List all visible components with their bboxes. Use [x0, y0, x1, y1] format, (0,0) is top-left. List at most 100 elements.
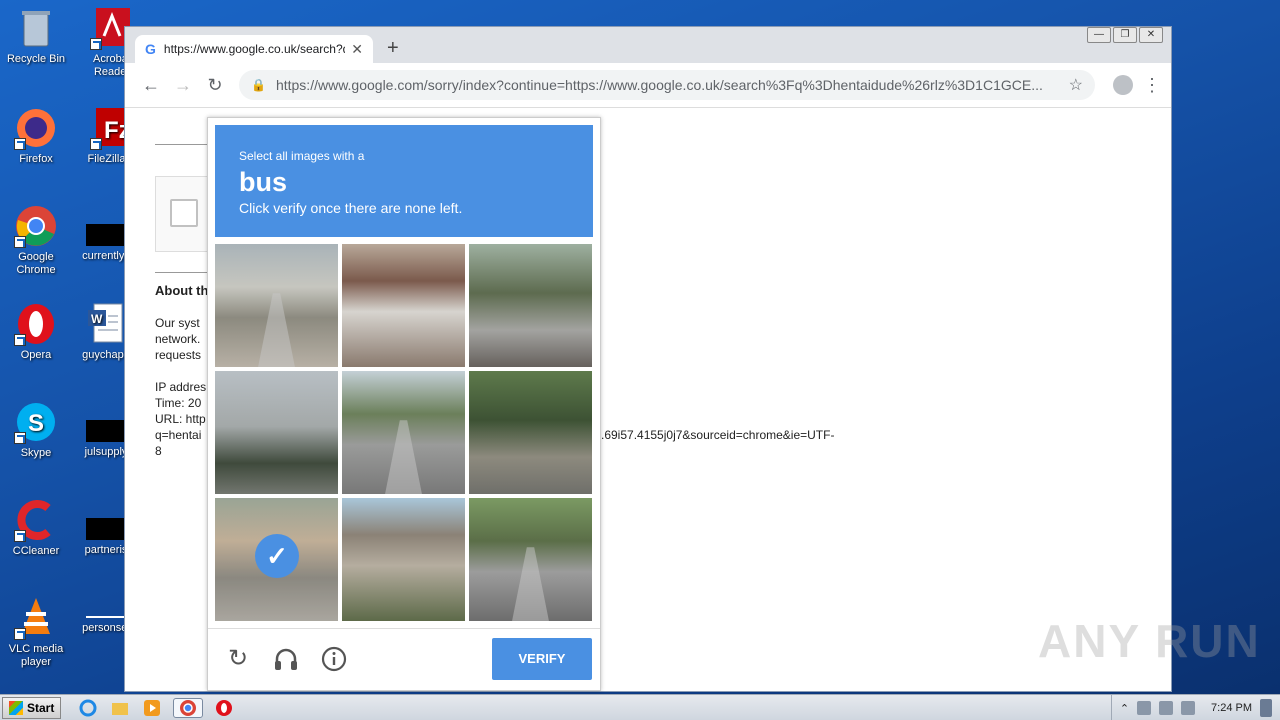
- reload-icon[interactable]: ↻: [199, 75, 231, 96]
- svg-text:S: S: [28, 410, 44, 437]
- shortcut-arrow-icon: [14, 138, 26, 150]
- redacted-icon: [86, 224, 126, 246]
- desktop-icon-firefox[interactable]: Firefox: [0, 106, 72, 166]
- desktop-icon-opera[interactable]: Opera: [0, 302, 72, 362]
- headphones-icon[interactable]: [272, 645, 300, 673]
- start-button[interactable]: Start: [2, 696, 62, 719]
- new-tab-button[interactable]: +: [387, 37, 399, 60]
- shortcut-arrow-icon: [90, 38, 102, 50]
- lock-icon: 🔒: [251, 78, 266, 92]
- window-controls: — ❐ ✕: [1087, 27, 1163, 43]
- internet-explorer-icon[interactable]: [77, 698, 99, 718]
- checkmark-icon: ✓: [255, 534, 299, 578]
- address-bar[interactable]: 🔒 https://www.google.com/sorry/index?con…: [239, 70, 1095, 100]
- anyrun-watermark: ANY RUN: [1038, 615, 1261, 667]
- challenge-footer: ↻ VERIFY: [208, 628, 600, 690]
- text-line: URL: http: [155, 412, 206, 426]
- restore-button[interactable]: ❐: [1113, 27, 1137, 43]
- challenge-header: Select all images with a bus Click verif…: [215, 125, 593, 237]
- volume-icon[interactable]: [1137, 701, 1152, 715]
- shortcut-arrow-icon: [90, 138, 102, 150]
- network-icon[interactable]: [1159, 701, 1174, 715]
- desktop-icon-skype[interactable]: S Skype: [0, 400, 72, 460]
- text-line: requests: [155, 348, 202, 362]
- opera-taskbar-icon[interactable]: [213, 698, 235, 718]
- windows-logo-icon: [9, 700, 23, 715]
- tab-strip: G https://www.google.co.uk/search?q ✕ + …: [125, 27, 1171, 63]
- media-player-icon[interactable]: [141, 698, 163, 718]
- desktop-icon-label: VLC media player: [8, 643, 64, 668]
- browser-tab[interactable]: G https://www.google.co.uk/search?q ✕: [135, 35, 373, 63]
- opera-icon: [14, 302, 58, 346]
- bookmark-star-icon[interactable]: ☆: [1069, 75, 1083, 95]
- recaptcha-checkbox-widget: [155, 176, 215, 252]
- ip-info: IP addres Time: 20 URL: http q=hentai 8: [155, 379, 206, 459]
- desktop-icon-label: partneris: [84, 544, 128, 556]
- image-tile[interactable]: [469, 371, 592, 494]
- image-tile[interactable]: [342, 371, 465, 494]
- desktop-icon-label: Skype: [20, 447, 52, 459]
- image-tile[interactable]: [342, 244, 465, 367]
- recaptcha-challenge: Select all images with a bus Click verif…: [207, 117, 601, 691]
- road-graphic: [512, 547, 549, 621]
- back-arrow-icon[interactable]: ←: [135, 75, 167, 96]
- desktop-icon-label: guychapb: [82, 349, 130, 361]
- close-window-button[interactable]: ✕: [1139, 27, 1163, 43]
- redacted-icon: [86, 420, 126, 442]
- desktop-icon-label: Recycle Bin: [6, 53, 66, 65]
- text-line: Time: 20: [155, 396, 202, 410]
- show-desktop-button[interactable]: [1260, 699, 1272, 717]
- google-favicon-icon: G: [145, 41, 156, 57]
- desktop-icon-recycle-bin[interactable]: Recycle Bin: [0, 6, 72, 66]
- tab-close-icon[interactable]: ✕: [351, 41, 363, 58]
- info-icon[interactable]: [320, 645, 348, 673]
- browser-toolbar: ← → ↻ 🔒 https://www.google.com/sorry/ind…: [125, 63, 1171, 107]
- chrome-taskbar-icon[interactable]: [173, 697, 204, 718]
- challenge-prompt: Select all images with a: [239, 149, 365, 163]
- redacted-icon: [86, 518, 126, 540]
- image-tile-selected[interactable]: ✓: [215, 498, 338, 621]
- taskbar: Start ⌃ 7:24 PM: [0, 694, 1280, 720]
- svg-text:W: W: [91, 312, 103, 326]
- image-tile[interactable]: [469, 498, 592, 621]
- desktop-icon-label: personsel: [82, 622, 130, 634]
- desktop-icon-label: currentlys: [82, 250, 130, 262]
- explanation-text: Our syst network. requests: [155, 315, 201, 363]
- kebab-menu-icon[interactable]: ⋮: [1143, 75, 1161, 96]
- tab-title: https://www.google.co.uk/search?q: [163, 42, 346, 56]
- desktop-icon-label: Opera: [20, 349, 52, 361]
- minimize-button[interactable]: —: [1087, 27, 1111, 43]
- image-tile[interactable]: [215, 244, 338, 367]
- desktop-icon-label: Google Chrome: [16, 251, 56, 276]
- flag-icon[interactable]: [1181, 701, 1196, 715]
- road-graphic: [385, 420, 422, 494]
- forward-arrow-icon[interactable]: →: [167, 75, 199, 96]
- desktop-icon-chrome[interactable]: Google Chrome: [0, 204, 72, 277]
- image-tile[interactable]: [342, 498, 465, 621]
- text-line: q=hentai: [155, 428, 202, 442]
- recycle-bin-icon: [14, 6, 58, 50]
- tray-expand-icon[interactable]: ⌃: [1120, 702, 1129, 715]
- text-line: network.: [155, 332, 201, 346]
- shortcut-arrow-icon: [14, 530, 26, 542]
- desktop-icon-ccleaner[interactable]: CCleaner: [0, 498, 72, 558]
- chrome-icon: [14, 204, 58, 248]
- image-tile[interactable]: [215, 371, 338, 494]
- recaptcha-checkbox[interactable]: [170, 199, 198, 227]
- shortcut-arrow-icon: [14, 334, 26, 346]
- profile-avatar-icon[interactable]: [1113, 75, 1133, 95]
- clock[interactable]: 7:24 PM: [1211, 702, 1252, 714]
- desktop-icon-vlc[interactable]: VLC media player: [0, 596, 72, 669]
- skype-icon: S: [14, 400, 58, 444]
- about-heading: About th: [155, 283, 209, 298]
- challenge-instruction: Click verify once there are none left.: [239, 200, 463, 216]
- ccleaner-icon: [14, 498, 58, 542]
- image-tile[interactable]: [469, 244, 592, 367]
- url-text: https://www.google.com/sorry/index?conti…: [275, 77, 1043, 93]
- verify-button[interactable]: VERIFY: [492, 638, 592, 680]
- text-line: IP addres: [155, 380, 207, 394]
- shortcut-arrow-icon: [14, 628, 26, 640]
- file-explorer-icon[interactable]: [109, 698, 131, 718]
- system-tray: ⌃ 7:24 PM: [1110, 695, 1280, 720]
- reload-challenge-icon[interactable]: ↻: [224, 645, 252, 673]
